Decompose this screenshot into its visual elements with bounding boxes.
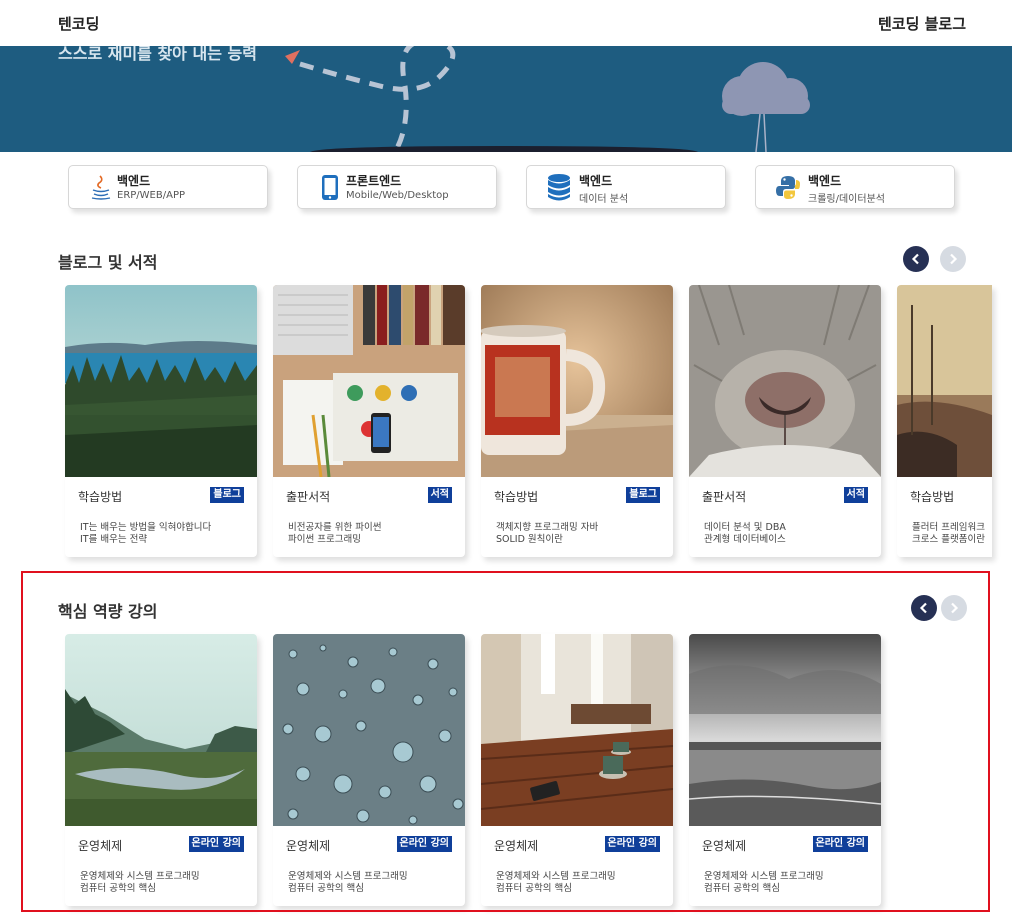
card-description-line: 컴퓨터 공학의 핵심 [704,883,780,894]
card-category: 학습방법 [78,490,123,504]
category-title: 백엔드 [579,174,613,188]
card-badge: 블로그 [210,487,244,503]
mobile-icon [316,173,344,201]
lecture-card[interactable]: 운영체제 온라인 강의 운영체제와 시스템 프로그래밍 컴퓨터 공학의 핵심 [481,634,673,906]
card-thumbnail [65,634,257,826]
brand-link[interactable]: 텐코딩 [58,13,99,34]
card-category: 운영체제 [702,839,747,853]
hero-banner: 스스로 재미를 찾아 내는 능력 [0,46,1012,152]
card-badge: 블로그 [626,487,660,503]
lecture-card[interactable]: 운영체제 온라인 강의 운영체제와 시스템 프로그래밍 컴퓨터 공학의 핵심 [689,634,881,906]
blog-card[interactable]: 출판서적 서적 데이터 분석 및 DBA 관계형 데이터베이스 [689,285,881,557]
blog-card[interactable]: 학습방법 블로그 IT는 배우는 방법을 익혀야합니다 IT를 배우는 전략 [65,285,257,557]
category-subtitle: 크롤링/데이터분석 [808,194,885,205]
blog-next-button[interactable] [940,246,966,272]
card-category: 출판서적 [702,490,747,504]
category-chip-backend-python[interactable]: 백엔드 크롤링/데이터분석 [755,165,955,209]
python-icon [774,173,802,201]
card-badge: 온라인 강의 [604,836,660,852]
category-chip-frontend[interactable]: 프론트엔드 Mobile/Web/Desktop [297,165,497,209]
card-thumbnail [897,285,992,477]
category-subtitle: ERP/WEB/APP [117,190,186,201]
card-description-line: 관계형 데이터베이스 [704,534,786,545]
card-category: 운영체제 [78,839,123,853]
blog-section-title: 블로그 및 서적 [58,253,158,272]
card-badge: 서적 [427,487,452,503]
card-badge: 온라인 강의 [188,836,244,852]
card-category: 운영체제 [286,839,331,853]
lecture-section-title: 핵심 역량 강의 [58,602,158,621]
category-title: 프론트엔드 [346,174,402,188]
card-description-line: 컴퓨터 공학의 핵심 [496,883,572,894]
lecture-next-button[interactable] [941,595,967,621]
card-category: 운영체제 [494,839,539,853]
card-thumbnail [689,634,881,826]
card-category: 학습방법 [910,490,955,504]
lecture-prev-button[interactable] [911,595,937,621]
card-description-line: 파이썬 프로그래밍 [288,534,361,545]
blog-card[interactable]: 출판서적 서적 비전공자를 위한 파이썬 파이썬 프로그래밍 [273,285,465,557]
card-category: 학습방법 [494,490,539,504]
database-icon [545,173,573,201]
blog-prev-button[interactable] [903,246,929,272]
blog-link[interactable]: 텐코딩 블로그 [878,13,966,34]
card-thumbnail [65,285,257,477]
card-description-line: 컴퓨터 공학의 핵심 [288,883,364,894]
blog-card[interactable]: 학습방법 블로그 객체지향 프로그래밍 자바 SOLID 원칙이란 [481,285,673,557]
card-thumbnail [273,285,465,477]
card-badge: 서적 [843,487,868,503]
chevron-right-icon [950,253,958,265]
java-icon [87,173,115,201]
category-title: 백엔드 [117,174,151,188]
category-title: 백엔드 [808,174,842,188]
card-badge: 온라인 강의 [396,836,452,852]
blog-card[interactable]: 학습방법 플러터 프레임워크 크로스 플랫폼이란 [897,285,992,557]
card-description-line: SOLID 원칙이란 [496,534,563,545]
category-chip-backend-data[interactable]: 백엔드 데이터 분석 [526,165,726,209]
card-badge: 온라인 강의 [812,836,868,852]
hero-illustration [285,46,810,152]
card-thumbnail [481,634,673,826]
card-thumbnail [481,285,673,477]
category-subtitle: Mobile/Web/Desktop [346,190,449,201]
lecture-card[interactable]: 운영체제 온라인 강의 운영체제와 시스템 프로그래밍 컴퓨터 공학의 핵심 [65,634,257,906]
category-chip-backend-java[interactable]: 백엔드 ERP/WEB/APP [68,165,268,209]
card-thumbnail [273,634,465,826]
top-navbar: 텐코딩 텐코딩 블로그 [0,0,1012,46]
card-category: 출판서적 [286,490,331,504]
chevron-left-icon [919,602,927,614]
card-description-line: 크로스 플랫폼이란 [912,534,985,545]
chevron-right-icon [951,602,959,614]
lecture-card[interactable]: 운영체제 온라인 강의 운영체제와 시스템 프로그래밍 컴퓨터 공학의 핵심 [273,634,465,906]
card-description-line: 컴퓨터 공학의 핵심 [80,883,156,894]
chevron-left-icon [911,253,919,265]
card-thumbnail [689,285,881,477]
card-description-line: IT를 배우는 전략 [80,534,148,545]
category-subtitle: 데이터 분석 [579,194,629,205]
